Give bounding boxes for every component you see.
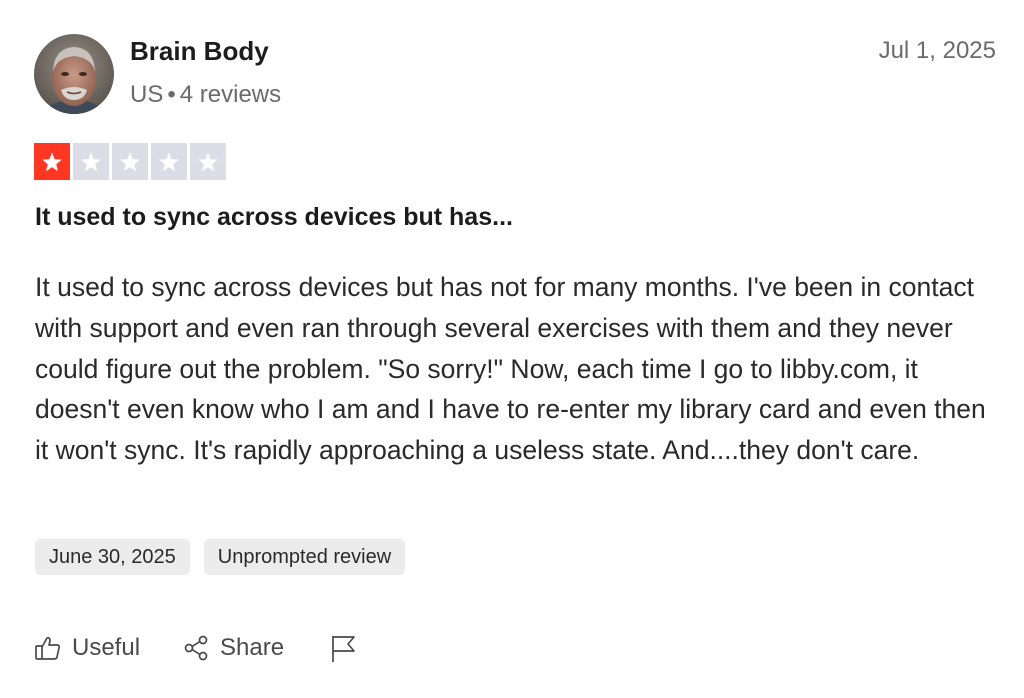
- review-title[interactable]: It used to sync across devices but has..…: [35, 203, 513, 232]
- review-card: Brain Body US • 4 reviews Jul 1, 2025 It u…: [0, 0, 1024, 698]
- reviewer-country: US: [130, 81, 164, 108]
- star-icon: [81, 152, 101, 171]
- share-label: Share: [220, 634, 285, 661]
- avatar-photo-icon: [34, 34, 114, 114]
- star-filled: [34, 143, 70, 180]
- experience-date-tag: June 30, 2025: [35, 539, 190, 575]
- star-empty: [112, 143, 148, 180]
- reviewer-review-count: 4 reviews: [179, 81, 282, 108]
- star-empty: [190, 143, 226, 180]
- star-rating: [34, 143, 226, 180]
- thumbs-up-icon: [35, 636, 61, 660]
- review-body: It used to sync across devices but has n…: [35, 272, 986, 466]
- star-icon: [42, 152, 62, 171]
- report-button[interactable]: [329, 633, 357, 663]
- star-icon: [198, 152, 218, 171]
- meta-separator: •: [167, 81, 176, 108]
- review-actions: Useful Share: [34, 628, 357, 668]
- share-button[interactable]: Share: [182, 634, 284, 662]
- star-icon: [159, 152, 179, 171]
- useful-label: Useful: [72, 634, 141, 661]
- review-date: Jul 1, 2025: [878, 37, 996, 64]
- reviewer-meta: US • 4 reviews: [130, 81, 281, 109]
- review-source-tag[interactable]: Unprompted review: [203, 539, 406, 575]
- star-empty: [151, 143, 187, 180]
- review-tags: June 30, 2025 Unprompted review: [35, 539, 406, 575]
- reviewer-name[interactable]: Brain Body: [130, 36, 269, 67]
- star-icon: [120, 152, 140, 171]
- useful-button[interactable]: Useful: [34, 634, 140, 662]
- flag-icon: [332, 636, 355, 662]
- star-empty: [73, 143, 109, 180]
- share-icon: [184, 635, 208, 661]
- reviewer-avatar[interactable]: [34, 34, 114, 114]
